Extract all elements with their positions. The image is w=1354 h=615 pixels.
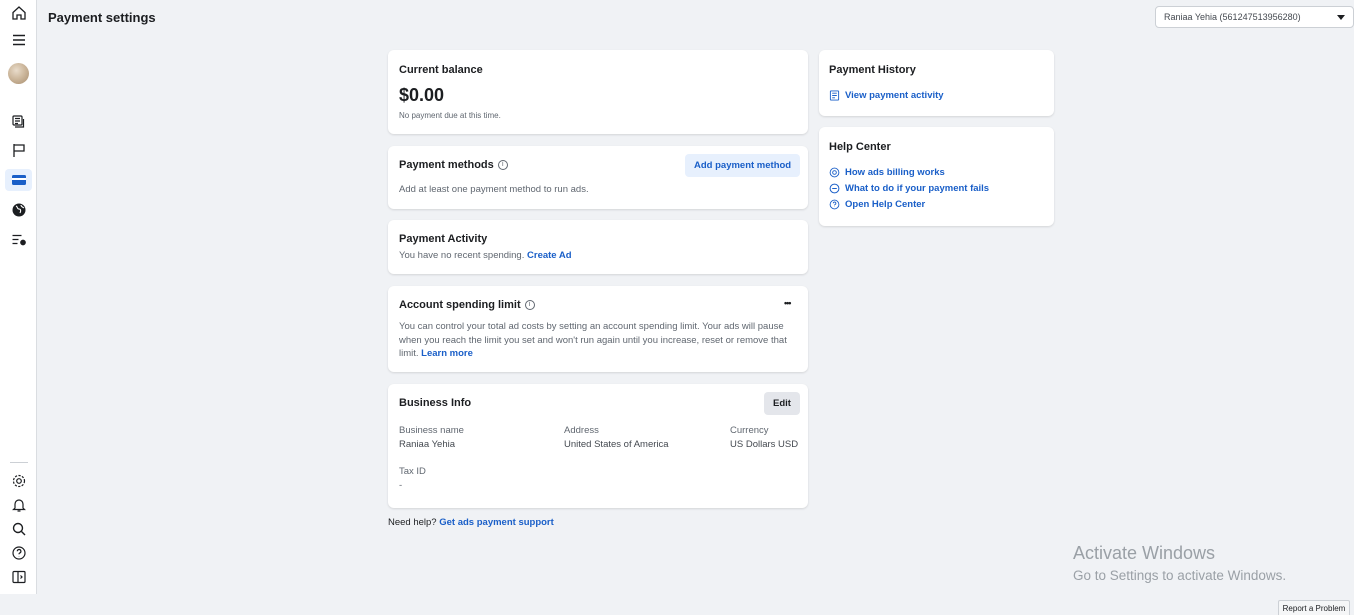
- business-name-label: Business name: [399, 425, 464, 436]
- payment-methods-card: Payment methods i Add payment method Add …: [388, 146, 808, 209]
- edit-button[interactable]: Edit: [764, 392, 800, 415]
- open-help-center-link[interactable]: Open Help Center: [829, 196, 925, 212]
- currency-label: Currency: [730, 425, 769, 436]
- currency-value: US Dollars USD: [730, 439, 799, 450]
- learn-more-link[interactable]: Learn more: [421, 348, 473, 359]
- question-circle-icon: [829, 199, 840, 209]
- address-label: Address: [564, 425, 599, 436]
- receipt-icon: [829, 89, 840, 101]
- report-a-problem-button[interactable]: Report a Problem: [1278, 600, 1350, 615]
- tax-id-value: -: [399, 480, 403, 491]
- get-ads-payment-support-link[interactable]: Get ads payment support: [439, 517, 554, 528]
- payment-history-title: Payment History: [829, 64, 916, 76]
- payment-activity-card: Payment Activity You have no recent spen…: [388, 220, 808, 274]
- open-help-center-label: Open Help Center: [845, 198, 926, 210]
- view-payment-activity-label: View payment activity: [845, 89, 944, 101]
- info-icon[interactable]: i: [497, 160, 508, 171]
- balance-note: No payment due at this time.: [399, 111, 501, 120]
- payment-methods-title: Payment methods i: [399, 159, 508, 171]
- globe-icon[interactable]: [9, 200, 29, 220]
- spending-limit-card: Account spending limit i ••• You can cont…: [388, 286, 808, 372]
- help-center-title: Help Center: [829, 141, 891, 153]
- ad-account-selector-label: Raniaa Yehia (561247513956280): [1164, 12, 1301, 22]
- how-ads-billing-works-label: How ads billing works: [845, 166, 945, 178]
- help-center-card: Help Center How ads billing works What t…: [819, 127, 1054, 226]
- page-title: Payment settings: [48, 10, 156, 25]
- menu-icon[interactable]: [9, 30, 29, 50]
- flag-icon[interactable]: [9, 140, 29, 160]
- payment-fails-label: What to do if your payment fails: [845, 182, 990, 194]
- chevron-down-icon: [1337, 14, 1345, 20]
- help-icon[interactable]: [9, 543, 29, 563]
- gear-icon[interactable]: [9, 471, 29, 491]
- payment-activity-text-row: You have no recent spending. Create Ad: [399, 250, 572, 261]
- balance-amount: $0.00: [399, 85, 445, 105]
- address-value: United States of America: [564, 439, 669, 450]
- avatar[interactable]: [8, 63, 29, 84]
- payment-history-card: Payment History View payment activity: [819, 50, 1054, 116]
- info-icon[interactable]: i: [524, 300, 535, 311]
- collapse-sidebar-icon[interactable]: [9, 567, 29, 587]
- left-navigation-rail: [0, 0, 37, 594]
- payment-fails-link[interactable]: What to do if your payment fails: [829, 180, 989, 196]
- rail-divider: [10, 462, 28, 463]
- add-payment-method-button[interactable]: Add payment method: [685, 154, 801, 177]
- create-ad-link[interactable]: Create Ad: [527, 250, 572, 261]
- view-payment-activity-link[interactable]: View payment activity: [829, 87, 944, 103]
- payment-methods-description: Add at least one payment method to run a…: [399, 184, 589, 195]
- settings-list-icon[interactable]: [9, 230, 29, 250]
- need-help-text: Need help?: [388, 517, 437, 528]
- spending-limit-title: Account spending limit i: [399, 299, 535, 311]
- how-ads-billing-works-link[interactable]: How ads billing works: [829, 164, 945, 180]
- more-options-icon[interactable]: •••: [784, 298, 792, 308]
- business-info-title: Business Info: [399, 397, 472, 409]
- need-help-row: Need help? Get ads payment support: [388, 517, 554, 528]
- payment-activity-title: Payment Activity: [399, 233, 488, 245]
- billing-help-icon: [829, 167, 840, 177]
- tax-id-label: Tax ID: [399, 466, 426, 477]
- minus-circle-icon: [829, 183, 840, 193]
- spending-limit-title-text: Account spending limit: [399, 299, 521, 311]
- search-icon[interactable]: [9, 519, 29, 539]
- business-name-value: Raniaa Yehia: [399, 439, 455, 450]
- billing-card-icon[interactable]: [5, 169, 32, 191]
- bell-icon[interactable]: [9, 495, 29, 515]
- activate-windows-title: Activate Windows: [1073, 543, 1216, 563]
- home-icon[interactable]: [9, 3, 29, 23]
- current-balance-card: Current balance $0.00 No payment due at …: [388, 50, 808, 134]
- payment-methods-title-text: Payment methods: [399, 159, 494, 171]
- ad-account-selector[interactable]: Raniaa Yehia (561247513956280): [1155, 6, 1354, 28]
- activate-windows-subtitle: Go to Settings to activate Windows.: [1073, 568, 1287, 583]
- payment-activity-text: You have no recent spending.: [399, 250, 525, 261]
- spending-limit-description: You can control your total ad costs by s…: [399, 320, 789, 361]
- campaigns-icon[interactable]: [9, 111, 29, 131]
- business-info-card: Business Info Edit Business name Raniaa …: [388, 384, 808, 508]
- current-balance-title: Current balance: [399, 64, 483, 76]
